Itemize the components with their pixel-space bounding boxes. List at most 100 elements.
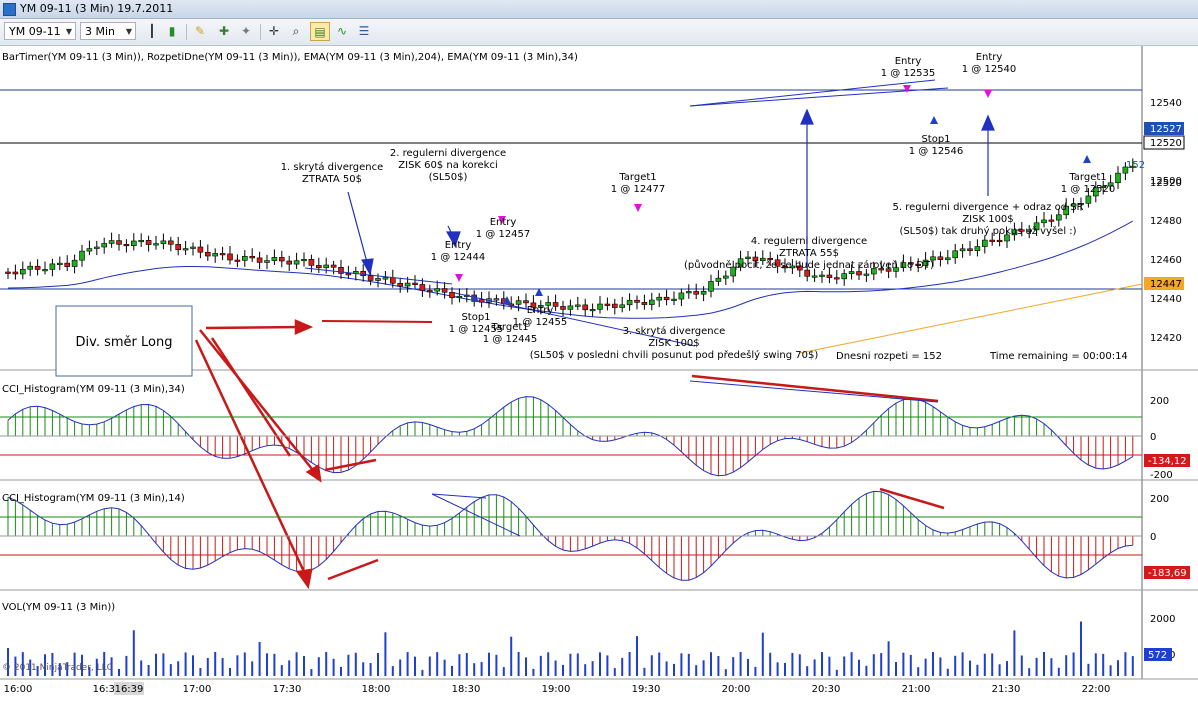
ann4-line1: 4. regulerni divergence <box>751 236 867 247</box>
cci1-tick: -200 <box>1150 470 1173 481</box>
candle-body <box>116 240 122 245</box>
candle-body <box>611 303 618 308</box>
vol-label: VOL(YM 09-11 (3 Min)) <box>2 602 115 613</box>
candle-body <box>182 248 189 251</box>
candlestick-icon[interactable]: ▮ <box>162 22 182 41</box>
order-label: 1 @ 12444 <box>431 252 486 263</box>
candle-body <box>27 265 34 270</box>
order-label: 1 @ 12457 <box>476 229 531 240</box>
panel-icon[interactable]: ▤ <box>310 22 330 41</box>
candle-body <box>249 255 255 259</box>
zoom-icon[interactable]: ⌕ <box>286 22 306 41</box>
price-tick: 12460 <box>1150 255 1182 266</box>
vol-badge-text: 572 <box>1148 650 1167 661</box>
candle-body <box>1115 172 1121 184</box>
candle-body <box>271 257 278 261</box>
order-label: 1 @ 12477 <box>611 184 666 195</box>
candle-body <box>1085 195 1092 204</box>
candle-body <box>79 250 85 261</box>
candle-body <box>456 295 463 299</box>
order-label: Entry <box>895 56 922 67</box>
candle-body <box>700 290 707 295</box>
order-label: 1 @ 12445 <box>483 334 538 345</box>
price-tick: 12420 <box>1150 333 1182 344</box>
candle-body <box>34 265 41 270</box>
partial-label: 152 <box>1126 160 1145 171</box>
candle-body <box>833 277 840 280</box>
instrument-select[interactable]: YM 09-11 ▼ <box>4 22 76 40</box>
candle-body <box>804 269 811 277</box>
chart-svg[interactable]: BarTimer(YM 09-11 (3 Min)), RozpetiDne(Y… <box>0 46 1198 699</box>
candle-body <box>153 243 159 246</box>
candle-body <box>604 303 611 306</box>
candle-body <box>1048 219 1055 222</box>
add-indicator-icon[interactable]: ✚ <box>214 22 234 41</box>
candle-body <box>560 306 566 310</box>
candle-body <box>56 262 63 265</box>
price-tick: 12480 <box>1150 216 1182 227</box>
candle-body <box>693 291 700 295</box>
order-label: Stop1 <box>921 134 950 145</box>
bar-chart-icon[interactable]: ┃ <box>142 22 162 41</box>
ann2-line2: ZISK 60$ na korekci <box>398 160 497 171</box>
x-tick: 19:00 <box>542 684 571 695</box>
ann2-line1: 2. regulerni divergence <box>390 148 506 159</box>
candle-body <box>86 248 93 252</box>
candle-body <box>574 304 581 307</box>
cci1-tick: 0 <box>1150 432 1156 443</box>
callout-text: Div. směr Long <box>76 335 173 350</box>
ann2-line3: (SL50$) <box>429 172 468 183</box>
candle-body <box>856 271 862 276</box>
pencil-icon[interactable]: ✎ <box>190 22 210 41</box>
candle-body <box>634 299 640 303</box>
candle-body <box>515 300 522 305</box>
candle-body <box>567 305 574 310</box>
ann5-line1: 5. regulerni divergence + odraz od SR <box>892 202 1083 213</box>
candle-body <box>952 250 959 259</box>
candle-body <box>94 246 100 249</box>
candle-body <box>286 260 293 265</box>
ann3-line1: 3. skrytá divergence <box>623 325 726 337</box>
cci2-label: CCI_Histogram(YM 09-11 (3 Min),14) <box>2 493 185 504</box>
x-tick: 17:30 <box>273 684 302 695</box>
cci2-tick: 200 <box>1150 494 1169 505</box>
order-label: Entry <box>976 52 1003 63</box>
chart-area[interactable]: BarTimer(YM 09-11 (3 Min)), RozpetiDne(Y… <box>0 46 1198 703</box>
candle-body <box>360 271 367 277</box>
candle-body <box>663 296 670 301</box>
candle-body <box>967 248 973 251</box>
properties-icon[interactable]: ✦ <box>236 22 256 41</box>
candle-body <box>219 253 226 256</box>
candle-body <box>404 282 411 287</box>
candle-body <box>49 263 56 270</box>
candle-body <box>715 277 722 282</box>
candle-body <box>108 240 115 244</box>
candle-body <box>345 273 352 276</box>
candle-body <box>434 288 441 292</box>
candle-body <box>145 240 152 245</box>
candle-body <box>1041 219 1047 224</box>
interval-value: 3 Min <box>85 25 116 38</box>
candle-body <box>382 277 389 280</box>
line-chart-icon[interactable]: ∿ <box>332 22 352 41</box>
crosshair-icon[interactable]: ✛ <box>264 22 284 41</box>
interval-select[interactable]: 3 Min ▼ <box>80 22 136 40</box>
sliders-icon[interactable]: ☰ <box>354 22 374 41</box>
x-tick: 16:00 <box>4 684 33 695</box>
candle-body <box>367 275 374 281</box>
candle-body <box>656 296 663 301</box>
order-label: Target1 <box>490 322 528 333</box>
candle-body <box>19 268 26 275</box>
candle-body <box>419 284 426 291</box>
time-remaining-label: Time remaining = 00:00:14 <box>989 351 1128 362</box>
cci2-badge-text: -183,69 <box>1148 568 1187 579</box>
cci1-tick: 200 <box>1150 396 1169 407</box>
candle-body <box>678 292 685 300</box>
x-tick: 22:00 <box>1082 684 1111 695</box>
candle-body <box>308 259 315 266</box>
x-tick: 21:30 <box>992 684 1021 695</box>
x-tick: 20:30 <box>812 684 841 695</box>
candle-body <box>826 274 833 278</box>
candle-body <box>330 264 337 268</box>
dropdown-arrow-icon: ▼ <box>125 27 132 36</box>
